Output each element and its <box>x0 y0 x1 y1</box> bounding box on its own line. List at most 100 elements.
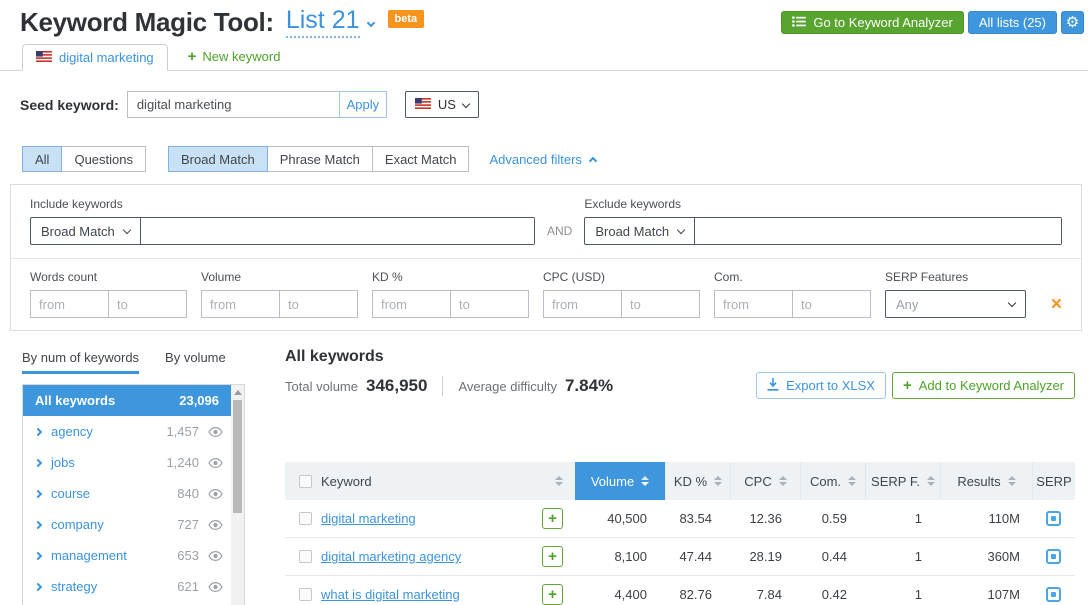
include-keywords-input[interactable] <box>141 218 534 244</box>
phrase-match-button[interactable]: Phrase Match <box>267 146 373 172</box>
filter-all-button[interactable]: All <box>22 146 62 172</box>
group-all-keywords[interactable]: All keywords 23,096 <box>23 385 231 416</box>
serp-preview-icon[interactable] <box>1046 549 1061 564</box>
close-icon[interactable]: × <box>1051 295 1062 314</box>
seed-keyword-input[interactable] <box>127 91 340 118</box>
row-checkbox[interactable] <box>299 512 312 525</box>
group-jobs[interactable]: jobs 1,240 <box>23 447 231 478</box>
sort-icon[interactable] <box>779 476 787 486</box>
cpc-to-input[interactable] <box>621 290 700 318</box>
tab-by-volume[interactable]: By volume <box>165 350 226 374</box>
group-name: company <box>51 517 104 532</box>
exclude-match-select[interactable]: Broad Match <box>585 218 695 244</box>
column-serp-f[interactable]: SERP F. <box>865 462 940 500</box>
serp-preview-icon[interactable] <box>1046 511 1061 526</box>
go-to-keyword-analyzer-button[interactable]: Go to Keyword Analyzer <box>781 11 963 34</box>
include-keywords-label: Include keywords <box>30 197 535 211</box>
column-label: CPC <box>744 474 771 489</box>
kd-from-input[interactable] <box>372 290 451 318</box>
keyword-link[interactable]: digital marketing agency <box>321 549 461 564</box>
table-row: digital marketing + 40,500 83.54 12.36 0… <box>285 500 1075 538</box>
keyword-group-list: All keywords 23,096 agency 1,457 jobs 1,… <box>22 384 245 605</box>
apply-button[interactable]: Apply <box>339 91 387 118</box>
eye-icon[interactable] <box>208 427 223 437</box>
volume-from-input[interactable] <box>201 290 280 318</box>
sort-icon[interactable] <box>555 476 563 486</box>
column-results[interactable]: Results <box>940 462 1032 500</box>
broad-match-button[interactable]: Broad Match <box>168 146 268 172</box>
chevron-right-icon <box>34 458 42 466</box>
list-name[interactable]: List 21 <box>286 6 360 38</box>
column-keyword[interactable]: Keyword <box>315 462 575 500</box>
chevron-down-icon <box>1008 298 1016 306</box>
range-filters-section: Words count Volume KD % <box>11 259 1081 318</box>
volume-filter: Volume <box>201 270 358 318</box>
group-strategy[interactable]: strategy 621 <box>23 571 231 602</box>
add-keyword-button[interactable]: + <box>542 546 563 567</box>
settings-button[interactable]: ⚙ <box>1061 11 1084 34</box>
words-count-label: Words count <box>30 270 187 284</box>
new-keyword-button[interactable]: + New keyword <box>188 49 281 64</box>
group-course[interactable]: course 840 <box>23 478 231 509</box>
group-company[interactable]: company 727 <box>23 509 231 540</box>
sort-icon[interactable] <box>714 476 722 486</box>
select-all-checkbox[interactable] <box>299 475 312 488</box>
country-select[interactable]: US <box>405 91 479 118</box>
com-to-input[interactable] <box>792 290 871 318</box>
sort-icon[interactable] <box>641 476 649 486</box>
list-selector[interactable]: List 21 <box>286 6 374 38</box>
group-agency[interactable]: agency 1,457 <box>23 416 231 447</box>
cpc-label: CPC (USD) <box>543 270 700 284</box>
seed-keyword-label: Seed keyword: <box>20 97 119 113</box>
keyword-link[interactable]: digital marketing <box>321 511 416 526</box>
scrollbar-thumb[interactable] <box>233 400 242 513</box>
keyword-link[interactable]: what is digital marketing <box>321 587 460 602</box>
tab-by-num-of-keywords[interactable]: By num of keywords <box>22 350 139 374</box>
serp-preview-icon[interactable] <box>1046 587 1061 602</box>
volume-to-input[interactable] <box>279 290 358 318</box>
all-lists-button[interactable]: All lists (25) <box>968 11 1057 34</box>
sort-icon[interactable] <box>927 476 935 486</box>
export-xlsx-button[interactable]: Export to XLSX <box>756 372 886 399</box>
words-count-to-input[interactable] <box>108 290 187 318</box>
keyword-filters-section: Include keywords Broad Match AND Exclude… <box>11 185 1081 258</box>
sort-icon[interactable] <box>848 476 856 486</box>
com-from-input[interactable] <box>714 290 793 318</box>
column-cpc[interactable]: CPC <box>730 462 800 500</box>
go-to-keyword-analyzer-label: Go to Keyword Analyzer <box>813 15 952 30</box>
serp-features-select[interactable]: Any <box>885 290 1026 318</box>
add-keyword-button[interactable]: + <box>542 584 563 605</box>
row-checkbox[interactable] <box>299 550 312 563</box>
header: Keyword Magic Tool: List 21 beta Go to K… <box>20 6 1084 38</box>
sidebar-scrollbar[interactable] <box>231 385 244 605</box>
words-count-filter: Words count <box>30 270 187 318</box>
serp-features-count: 1 <box>865 511 940 526</box>
kd-to-input[interactable] <box>450 290 529 318</box>
sort-icon[interactable] <box>1008 476 1016 486</box>
column-label: SERP F. <box>871 474 920 489</box>
eye-icon[interactable] <box>208 582 223 592</box>
words-count-from-input[interactable] <box>30 290 109 318</box>
seed-keyword-row: Seed keyword: Apply US <box>20 91 479 118</box>
advanced-filters-toggle[interactable]: Advanced filters <box>489 152 596 167</box>
add-to-keyword-analyzer-button[interactable]: + Add to Keyword Analyzer <box>892 372 1075 399</box>
kd-label: KD % <box>372 270 529 284</box>
filter-questions-button[interactable]: Questions <box>61 146 146 172</box>
eye-icon[interactable] <box>208 520 223 530</box>
add-keyword-button[interactable]: + <box>542 508 563 529</box>
eye-icon[interactable] <box>208 551 223 561</box>
exclude-keywords-input[interactable] <box>695 218 1061 244</box>
scroll-up-icon[interactable] <box>234 390 242 395</box>
group-management[interactable]: management 653 <box>23 540 231 571</box>
column-volume[interactable]: Volume <box>575 462 665 500</box>
eye-icon[interactable] <box>208 489 223 499</box>
eye-icon[interactable] <box>208 458 223 468</box>
results-value: 107M <box>940 587 1032 602</box>
exact-match-button[interactable]: Exact Match <box>372 146 470 172</box>
column-com[interactable]: Com. <box>800 462 865 500</box>
include-match-select[interactable]: Broad Match <box>31 218 141 244</box>
column-kd[interactable]: KD % <box>665 462 730 500</box>
cpc-from-input[interactable] <box>543 290 622 318</box>
row-checkbox[interactable] <box>299 588 312 601</box>
tab-digital-marketing[interactable]: digital marketing <box>22 44 168 71</box>
